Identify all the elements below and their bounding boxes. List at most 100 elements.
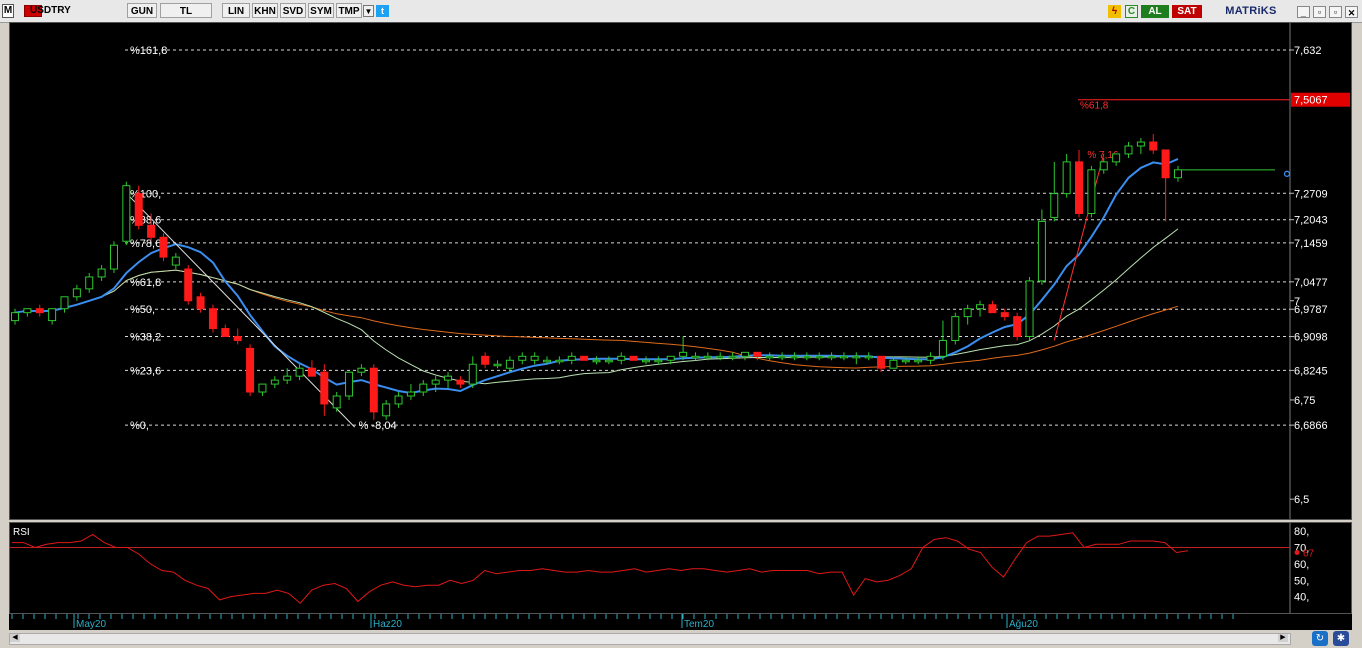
candle-body [72,288,81,298]
candle-body [641,359,650,363]
candle-body [1149,141,1158,151]
candle-body [1037,220,1046,282]
candle-body [629,355,638,361]
candle-body [864,355,873,359]
dropdown-arrow-icon[interactable]: ▼ [363,5,374,17]
price-axis-label: 6,9098 [1294,332,1328,344]
candle-body [60,296,69,310]
buy-button[interactable]: AL [1141,5,1169,18]
candle-body [357,367,366,373]
candle-body [171,256,180,266]
candle-body [877,355,886,369]
candle-body [345,371,354,397]
settings-icon[interactable]: ✱ [1333,631,1349,646]
rsi-last-marker [1294,549,1300,555]
maximize-icon[interactable]: ▫ [1313,6,1326,18]
candle-body [1000,312,1009,318]
price-axis-label: 7,0477 [1294,277,1328,289]
rsi-chart-svg[interactable]: RSI 80,70,60,50,40,67 [10,523,1351,613]
candle-body [320,371,329,405]
candle-body [555,359,564,363]
candle-body [431,379,440,385]
fib-low-annotation: % -8,04 [359,420,397,432]
candle-body [716,355,725,359]
symbol-button[interactable]: SYM [308,3,334,18]
price-axis-label: 6,8245 [1294,365,1328,377]
rsi-panel[interactable]: RSI 80, 70, 60, 50, 40, 67 [9,522,1352,614]
period-button[interactable]: GUN [127,3,157,18]
candle-body [1013,316,1022,337]
candle-body [332,395,341,409]
price-axis-label: 7,1459 [1294,238,1328,250]
candle-body [468,363,477,385]
template-button[interactable]: TMP [336,3,362,18]
candle-body [270,379,279,385]
rsi-axis-label: 40, [1294,592,1309,604]
candle-body [233,335,242,341]
candle-body [11,312,19,322]
price-highlight-label: 7,5067 [1294,95,1328,107]
candle-body [109,244,118,270]
rsi-axis-label: 60, [1294,559,1309,571]
currency-button[interactable]: TL [160,3,212,18]
candle-body [1087,169,1096,214]
fib-level-label: %0, [130,420,149,432]
close-icon[interactable]: ✕ [1345,6,1358,18]
twitter-icon[interactable]: t [376,5,389,17]
candle-body [493,363,502,367]
brand-logo: MATRiKS [1225,5,1277,17]
fib-level-label: %50, [130,304,155,316]
scroll-left-arrow-icon[interactable]: ◀ [10,634,20,642]
candle-body [394,395,403,405]
fib-red-level-label: %61,8 [1080,101,1109,112]
candle-button[interactable]: KHN [252,3,278,18]
lightning-icon[interactable]: ϟ [1108,5,1121,18]
candle-body [456,379,465,385]
candle-body [1025,280,1034,337]
minimize-icon[interactable]: _ [1297,6,1310,18]
time-axis-label: Tem20 [684,619,714,630]
candle-body [258,383,267,393]
candle-body [1050,193,1059,218]
time-axis-label: May20 [76,619,106,630]
price-chart-panel[interactable]: %161,8 %100, %88,6 %78,6 %61,8 %50, %38,2 %23,6… [9,22,1352,520]
symbol-label[interactable]: USDTRY [30,3,71,18]
candle-body [246,347,255,393]
candle-body [839,355,848,359]
candle-body [753,351,762,357]
candle-body [1075,161,1084,214]
bottom-scrollbar[interactable]: ◀ ▶ ↻ ✱ [0,630,1362,648]
candle-body [481,355,490,365]
candle-body [159,236,168,258]
fib-level-label: %88,6 [130,215,161,227]
fib-level-label: %161,8 [130,45,167,57]
zoom-icon[interactable]: ↻ [1312,631,1328,646]
rsi-last-label: 67 [1303,548,1315,559]
fib-level-label: %23,6 [130,365,161,377]
candle-body [778,355,787,359]
candle-body [802,355,811,359]
candle-body [382,403,391,417]
candle-body [654,359,663,363]
candle-body [134,193,143,226]
candle-body [147,224,156,238]
scroll-right-arrow-icon[interactable]: ▶ [1278,634,1288,642]
candle-body [1124,145,1133,155]
restore-icon[interactable]: ▫ [1329,6,1342,18]
candle-body [703,355,712,359]
candle-body [976,304,985,310]
candle-body [35,308,44,314]
candle-body [815,355,824,359]
scroll-track[interactable] [9,633,1291,645]
refresh-icon[interactable]: C [1125,5,1138,18]
price-chart-svg[interactable]: %161,8 %100, %88,6 %78,6 %61,8 %50, %38,2 %23,6… [10,23,1351,519]
candle-body [1161,149,1170,179]
candle-body [592,359,601,363]
scale-button[interactable]: LIN [222,3,250,18]
candle-body [48,308,57,322]
last-price-marker [1283,170,1291,177]
sell-button[interactable]: SAT [1172,5,1202,18]
candle-body [790,355,799,359]
rsi-line [12,532,1189,604]
save-button[interactable]: SVD [280,3,306,18]
